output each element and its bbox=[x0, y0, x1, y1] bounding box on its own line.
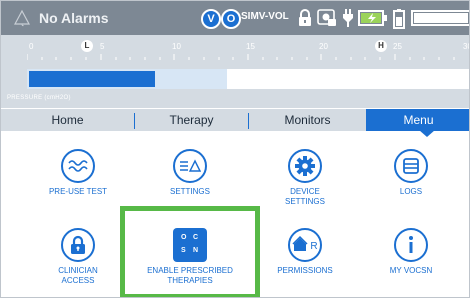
tab-therapy[interactable]: Therapy bbox=[135, 109, 248, 131]
gauge-ticks bbox=[27, 54, 455, 60]
pre-use-test-label: PRE-USE TEST bbox=[48, 187, 108, 196]
ventilation-mode: SIMV-VOL bbox=[241, 11, 289, 22]
my-vocsn-button[interactable]: MY VOCSN bbox=[353, 228, 469, 276]
tab-home[interactable]: Home bbox=[1, 109, 134, 131]
pre-use-test-button[interactable]: PRE-USE TEST bbox=[20, 149, 136, 197]
ventilator-screen: No Alarms V O SIMV-VOL 0 5 10 15 20 25 3… bbox=[0, 0, 470, 298]
tick-label: 25 bbox=[393, 42, 402, 51]
device-settings-button[interactable]: DEVICE SETTINGS bbox=[247, 149, 363, 207]
wave-icon bbox=[61, 149, 95, 183]
alarm-status-text: No Alarms bbox=[39, 10, 109, 26]
pressure-bar-fill bbox=[29, 71, 155, 87]
pressure-label: PRESSURE (cmH2O) bbox=[7, 95, 71, 101]
rx-letter: R bbox=[310, 240, 318, 252]
external-battery-icon bbox=[411, 10, 469, 26]
lock-icon bbox=[299, 9, 311, 26]
device-settings-label-line1: DEVICE bbox=[290, 187, 320, 196]
tab-monitors[interactable]: Monitors bbox=[249, 109, 366, 131]
high-pressure-marker[interactable]: H bbox=[375, 40, 387, 52]
clinician-access-label-line2: ACCESS bbox=[61, 276, 95, 285]
log-list-icon bbox=[394, 149, 428, 183]
permissions-label: PERMISSIONS bbox=[277, 266, 333, 275]
main-tabs: Home Therapy Monitors Menu bbox=[1, 108, 469, 131]
settings-list-alarm-icon bbox=[173, 149, 207, 183]
mode-v-badge: V bbox=[201, 9, 221, 29]
gear-icon bbox=[288, 149, 322, 183]
lock-icon bbox=[61, 228, 95, 262]
tick-label: 30 bbox=[463, 42, 469, 51]
settings-button[interactable]: SETTINGS bbox=[132, 149, 248, 197]
logs-button[interactable]: LOGS bbox=[353, 149, 469, 197]
tick-label: 20 bbox=[319, 42, 328, 51]
clinician-access-label-line1: CLINICIAN bbox=[58, 266, 98, 275]
status-bar: No Alarms V O SIMV-VOL bbox=[1, 1, 469, 35]
home-rx-icon: R bbox=[288, 228, 322, 262]
clinician-access-button[interactable]: CLINICIAN ACCESS bbox=[20, 228, 136, 286]
low-pressure-marker[interactable]: L bbox=[81, 40, 93, 52]
tab-menu[interactable]: Menu bbox=[366, 109, 469, 131]
clinician-access-label: CLINICIAN ACCESS bbox=[20, 266, 136, 286]
tick-label: 0 bbox=[29, 42, 34, 51]
settings-label: SETTINGS bbox=[169, 187, 210, 196]
alarm-bell-icon bbox=[13, 9, 31, 27]
device-settings-label: DEVICE SETTINGS bbox=[247, 187, 363, 207]
screen-lock-icon bbox=[317, 9, 336, 26]
highlight-box bbox=[120, 206, 260, 297]
tick-label: 15 bbox=[246, 42, 255, 51]
tick-label: 10 bbox=[172, 42, 181, 51]
logs-label: LOGS bbox=[399, 187, 423, 196]
pressure-gauge: 0 5 10 15 20 25 30 L H PRESSURE bbox=[1, 35, 469, 108]
permissions-button[interactable]: R PERMISSIONS bbox=[247, 228, 363, 276]
tick-label: 5 bbox=[100, 42, 105, 51]
active-tab-pointer bbox=[419, 130, 435, 137]
my-vocsn-label: MY VOCSN bbox=[389, 266, 433, 275]
battery-charging-icon bbox=[358, 10, 387, 26]
device-settings-label-line2: SETTINGS bbox=[284, 197, 325, 206]
ac-power-icon bbox=[343, 9, 353, 27]
battery-icon bbox=[393, 9, 405, 29]
info-icon bbox=[394, 228, 428, 262]
mode-o-badge: O bbox=[221, 9, 241, 29]
